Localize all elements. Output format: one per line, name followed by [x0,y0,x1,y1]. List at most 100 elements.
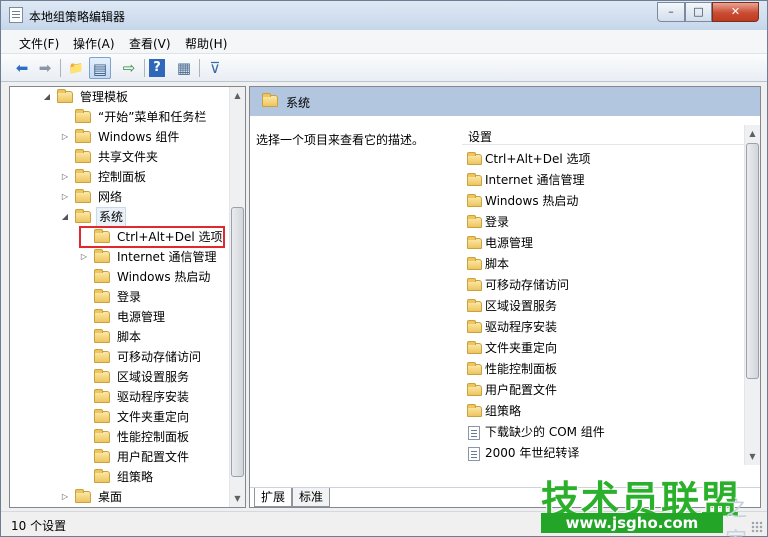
tree-item[interactable]: 组策略 [10,467,228,487]
tree-item[interactable]: ▷ 网络 [10,187,228,207]
minimize-button[interactable]: – [657,2,685,22]
scroll-down-arrow-icon[interactable]: ▼ [230,490,245,507]
list-item-folder[interactable]: 性能控制面板 [464,359,742,380]
tree-item-label: Internet 通信管理 [117,250,217,264]
tree-item-label: 驱动程序安装 [117,390,190,404]
folder-icon [94,369,110,383]
tree-item[interactable]: ◢ 管理模板 [10,87,228,107]
list-item-label: Internet 通信管理 [485,173,585,187]
tree-item-label: Windows 热启动 [117,270,211,284]
folder-icon [467,278,482,291]
tree-scrollbar[interactable]: ▲ ▼ [229,87,245,507]
tree-item[interactable]: ▷ 桌面 [10,487,228,507]
list-item-folder[interactable]: Internet 通信管理 [464,170,742,191]
tree-item[interactable]: “开始”菜单和任务栏 [10,107,228,127]
description-text: 选择一个项目来查看它的描述。 [256,133,425,147]
list-item-label: 电源管理 [485,236,534,250]
list-item-label: 性能控制面板 [485,362,558,376]
help-icon[interactable]: ? [149,59,165,77]
collapse-arrow-icon[interactable]: ◢ [60,207,70,227]
list-item-setting[interactable]: 2000 年世纪转译 [464,443,742,464]
tree-item[interactable]: 性能控制面板 [10,427,228,447]
title-bar[interactable]: 本地组策略编辑器 – □ ✕ [1,1,767,30]
folder-icon [467,299,482,312]
list-item-label: 用户配置文件 [485,383,558,397]
list-item-label: 可移动存储访问 [485,278,570,292]
tree-item[interactable]: 区域设置服务 [10,367,228,387]
list-item-folder[interactable]: 区域设置服务 [464,296,742,317]
up-folder-icon[interactable]: 📁 [65,57,87,79]
menu-file[interactable]: 文件(F) [19,35,59,52]
tab-extended[interactable]: 扩展 [254,488,293,507]
tree-item[interactable]: Windows 热启动 [10,267,228,287]
column-header-setting[interactable]: 设置 [462,125,744,145]
app-icon [9,7,23,23]
tree-item-label: 可移动存储访问 [117,350,202,364]
expand-arrow-icon[interactable]: ▷ [60,187,70,207]
list-item-folder[interactable]: 登录 [464,212,742,233]
tree-item[interactable]: 脚本 [10,327,228,347]
folder-icon [75,149,91,163]
list-item-setting[interactable]: 下载缺少的 COM 组件 [464,422,742,443]
tree-item[interactable]: 用户配置文件 [10,447,228,467]
properties-view-icon[interactable]: ▦ [173,57,195,79]
tree-item[interactable]: ▷ 控制面板 [10,167,228,187]
tree-item-label: 文件夹重定向 [117,410,190,424]
list-item-folder[interactable]: Windows 热启动 [464,191,742,212]
details-pane: 系统 选择一个项目来查看它的描述。 设置 Ctrl+Alt+Del 选项 Inte… [249,86,761,508]
scroll-thumb[interactable] [231,207,244,477]
folder-icon [467,194,482,207]
list-item-label: 驱动程序安装 [485,320,558,334]
show-hide-tree-icon[interactable]: ▤ [89,57,111,79]
expand-arrow-icon[interactable]: ▷ [60,167,70,187]
tree-item[interactable]: 可移动存储访问 [10,347,228,367]
list-item-folder[interactable]: 电源管理 [464,233,742,254]
list-item-folder[interactable]: 用户配置文件 [464,380,742,401]
close-button[interactable]: ✕ [712,2,759,22]
menu-help[interactable]: 帮助(H) [185,35,227,52]
tree-item[interactable]: ▷ Internet 通信管理 [10,247,228,267]
tree-item-label: 区域设置服务 [117,370,190,384]
forward-arrow-icon[interactable]: ➡ [34,57,56,79]
list-item-folder[interactable]: Ctrl+Alt+Del 选项 [464,149,742,170]
maximize-button[interactable]: □ [685,2,712,22]
expand-arrow-icon[interactable]: ▷ [79,247,89,267]
back-arrow-icon[interactable]: ⬅ [11,57,33,79]
list-item-folder[interactable]: 文件夹重定向 [464,338,742,359]
folder-icon [57,89,73,103]
tree-item[interactable]: 电源管理 [10,307,228,327]
status-text: 10 个设置 [11,519,67,533]
list-item-label: 文件夹重定向 [485,341,558,355]
scroll-up-arrow-icon[interactable]: ▲ [745,125,760,142]
tree-item[interactable]: 驱动程序安装 [10,387,228,407]
list-item-folder[interactable]: 脚本 [464,254,742,275]
tree-pane[interactable]: ◢ 管理模板 “开始”菜单和任务栏 ▷ Windows 组件 共享文件夹 ▷ 控制面板 ▷ 网络 ◢… [9,86,246,508]
tree-item[interactable]: ◢ 系统 [10,207,228,227]
tree-item-label: 系统 [96,207,127,227]
list-item-folder[interactable]: 可移动存储访问 [464,275,742,296]
list-item-folder[interactable]: 组策略 [464,401,742,422]
expand-arrow-icon[interactable]: ▷ [60,487,70,507]
menu-view[interactable]: 查看(V) [129,35,171,52]
expand-arrow-icon[interactable]: ▷ [60,127,70,147]
toolbar: ⬅ ➡ 📁 ▤ ⇨ ? ▦ ⊽ [1,54,767,82]
tree-item[interactable]: 登录 [10,287,228,307]
scroll-down-arrow-icon[interactable]: ▼ [745,448,760,465]
export-list-icon[interactable]: ⇨ [118,57,140,79]
scroll-thumb[interactable] [746,143,759,379]
scroll-up-arrow-icon[interactable]: ▲ [230,87,245,104]
collapse-arrow-icon[interactable]: ◢ [42,87,52,107]
folder-icon [75,189,91,203]
tab-standard[interactable]: 标准 [292,488,331,507]
folder-icon [94,269,110,283]
tree-item[interactable]: ▷ Windows 组件 [10,127,228,147]
list-item-folder[interactable]: 驱动程序安装 [464,317,742,338]
tree-item-label: 网络 [98,190,123,204]
tree-item[interactable]: 共享文件夹 [10,147,228,167]
details-scrollbar[interactable]: ▲ ▼ [744,125,760,465]
folder-icon [467,152,482,165]
folder-icon [467,173,482,186]
menu-action[interactable]: 操作(A) [73,35,115,52]
tree-item[interactable]: 文件夹重定向 [10,407,228,427]
filter-icon[interactable]: ⊽ [204,57,226,79]
